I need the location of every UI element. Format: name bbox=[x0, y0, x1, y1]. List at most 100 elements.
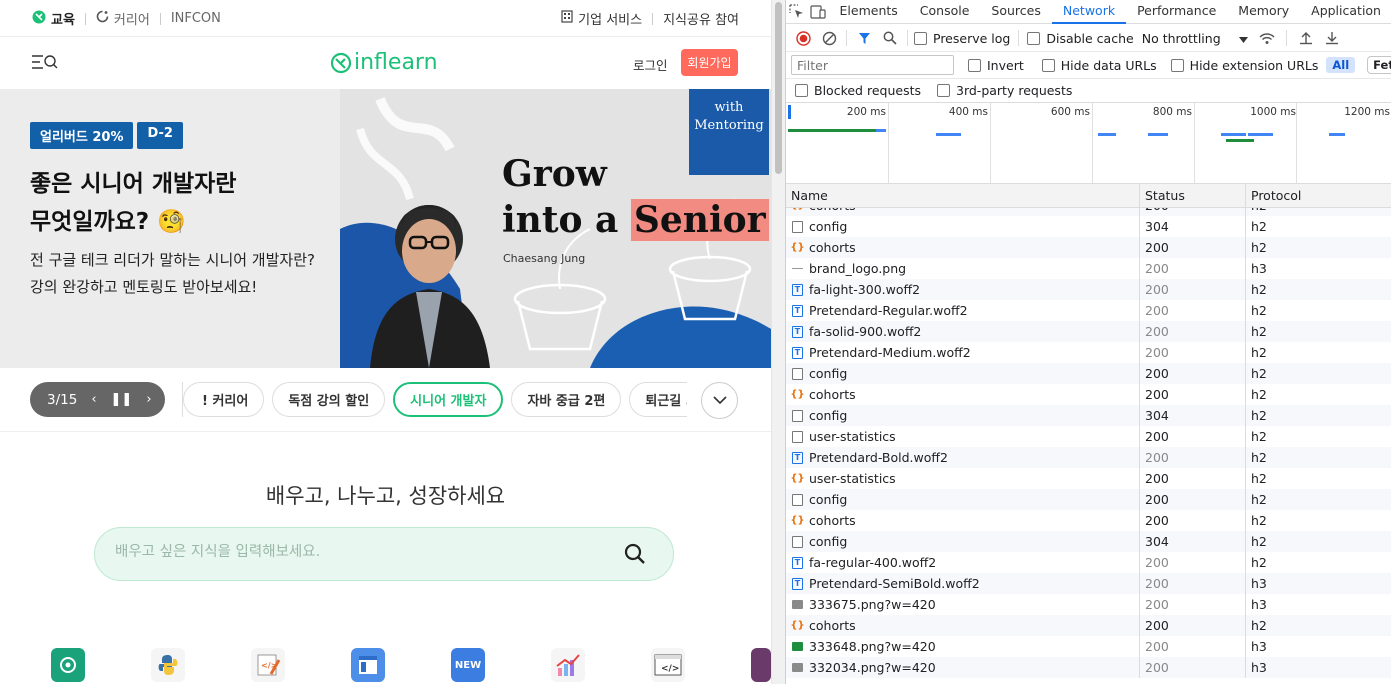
chevron-left-icon[interactable]: ‹ bbox=[91, 392, 96, 407]
tab-performance[interactable]: Performance bbox=[1126, 0, 1227, 24]
filter-icon[interactable] bbox=[851, 26, 877, 50]
hero-banner[interactable]: 얼리버드 20% D-2 좋은 시니어 개발자란 무엇일까요? 🧐 전 구글 테… bbox=[0, 89, 771, 368]
chip-career[interactable]: ! 커리어 bbox=[183, 382, 265, 417]
table-row[interactable]: 332034.png?w=420 200 h3 bbox=[786, 657, 1391, 678]
chatgpt-icon[interactable] bbox=[51, 648, 85, 682]
business-service-link[interactable]: 기업 서비스 bbox=[561, 9, 642, 28]
clear-icon[interactable] bbox=[816, 26, 842, 50]
table-row[interactable]: 333675.png?w=420 200 h3 bbox=[786, 594, 1391, 615]
ribbon-with: with bbox=[714, 100, 744, 115]
table-row[interactable]: T Pretendard-Bold.woff2 200 h2 bbox=[786, 447, 1391, 468]
search-input[interactable] bbox=[115, 544, 595, 560]
chevron-right-icon[interactable]: › bbox=[146, 392, 151, 407]
tab-sources[interactable]: Sources bbox=[980, 0, 1051, 24]
table-row[interactable]: Tfa-regular-400.woff2 200 h2 bbox=[786, 552, 1391, 573]
page-scrollbar[interactable] bbox=[771, 0, 785, 684]
dropdown-arrow-icon bbox=[1238, 31, 1248, 46]
table-row[interactable]: 333648.png?w=420 200 h3 bbox=[786, 636, 1391, 657]
table-row[interactable]: T Pretendard-Regular.woff2 200 h2 bbox=[786, 300, 1391, 321]
table-row[interactable]: Tfa-light-300.woff2 200 h2 bbox=[786, 279, 1391, 300]
table-row[interactable]: config 304 h2 bbox=[786, 405, 1391, 426]
search-icon[interactable] bbox=[877, 26, 903, 50]
table-row[interactable]: user-statistics 200 h2 bbox=[786, 426, 1391, 447]
checkbox-box[interactable] bbox=[1170, 58, 1184, 72]
signup-button[interactable]: 회원가입 bbox=[681, 49, 738, 76]
checkbox-box[interactable] bbox=[937, 84, 950, 97]
tab-career[interactable]: 커리어 bbox=[96, 9, 150, 28]
d-day-badge: D-2 bbox=[137, 122, 183, 149]
table-row[interactable]: {}cohorts200h2 bbox=[786, 510, 1391, 531]
chip-exclusive-discount[interactable]: 독점 강의 할인 bbox=[272, 382, 386, 417]
tab-network[interactable]: Network bbox=[1051, 0, 1127, 24]
table-row[interactable]: {}cohorts200h2 bbox=[786, 615, 1391, 636]
table-row[interactable]: {} user-statistics 200 h2 bbox=[786, 468, 1391, 489]
search-icon[interactable] bbox=[623, 542, 647, 570]
table-row[interactable]: config 304 h2 bbox=[786, 531, 1391, 552]
tab-console[interactable]: Console bbox=[909, 0, 981, 24]
menu-search-icon[interactable] bbox=[31, 54, 59, 74]
inflearn-logo[interactable]: inflearn bbox=[330, 50, 438, 75]
table-row[interactable]: T Pretendard-SemiBold.woff2 200 h3 bbox=[786, 573, 1391, 594]
request-name-cell: config bbox=[786, 489, 1140, 510]
invert-checkbox[interactable]: Invert bbox=[968, 58, 1024, 73]
chip-java-intermediate[interactable]: 자바 중급 2편 bbox=[511, 382, 622, 417]
table-row[interactable]: {}cohorts200h2 bbox=[786, 208, 1391, 216]
tab-elements[interactable]: Elements bbox=[829, 0, 909, 24]
checkbox-box[interactable] bbox=[795, 84, 808, 97]
blocked-requests-checkbox[interactable]: Blocked requests bbox=[795, 83, 921, 98]
table-row[interactable]: T Pretendard-Medium.woff2 200 h2 bbox=[786, 342, 1391, 363]
tab-education[interactable]: 교육 bbox=[32, 9, 75, 28]
request-name-cell: 333648.png?w=420 bbox=[786, 636, 1140, 657]
hide-data-urls-checkbox[interactable]: Hide data URLs bbox=[1041, 58, 1157, 73]
table-row[interactable]: {}cohorts200h2 bbox=[786, 237, 1391, 258]
chart-icon[interactable] bbox=[551, 648, 585, 682]
network-conditions-icon[interactable] bbox=[1254, 26, 1280, 50]
web-dev-icon[interactable]: </> bbox=[251, 648, 285, 682]
inspect-element-icon[interactable] bbox=[786, 0, 807, 24]
scrollbar-thumb[interactable] bbox=[775, 2, 782, 174]
login-link[interactable]: 로그인 bbox=[633, 55, 668, 74]
code-window-icon[interactable]: </> bbox=[651, 648, 685, 682]
table-row[interactable]: Tfa-solid-900.woff2 200 h2 bbox=[786, 321, 1391, 342]
third-party-checkbox[interactable]: 3rd-party requests bbox=[937, 83, 1072, 98]
checkbox-box[interactable] bbox=[914, 31, 927, 45]
preserve-log-checkbox[interactable]: Preserve log bbox=[914, 31, 1010, 46]
tab-application[interactable]: Application bbox=[1300, 0, 1391, 24]
hide-extension-urls-checkbox[interactable]: Hide extension URLs bbox=[1170, 58, 1318, 73]
chip-commute[interactable]: 퇴근길 5 bbox=[629, 382, 687, 417]
column-name[interactable]: Name bbox=[786, 184, 1140, 207]
throttling-select[interactable]: No throttling bbox=[1142, 31, 1248, 46]
knowledge-share-link[interactable]: 지식공유 참여 bbox=[663, 9, 739, 28]
filter-input[interactable] bbox=[791, 55, 954, 75]
device-toolbar-icon[interactable] bbox=[807, 0, 828, 24]
table-row[interactable]: brand_logo.png 200 h3 bbox=[786, 258, 1391, 279]
new-icon[interactable]: NEW bbox=[451, 648, 485, 682]
table-row[interactable]: config 200 h2 bbox=[786, 489, 1391, 510]
filter-fetch-xhr-button[interactable]: Fetch/XH bbox=[1367, 56, 1391, 74]
column-protocol[interactable]: Protocol bbox=[1246, 184, 1391, 207]
import-har-icon[interactable] bbox=[1293, 26, 1319, 50]
banner-chips: ! 커리어 독점 강의 할인 시니어 개발자 자바 중급 2편 퇴근길 5 bbox=[182, 382, 687, 417]
pause-icon[interactable]: ❚❚ bbox=[111, 392, 133, 407]
tab-memory[interactable]: Memory bbox=[1227, 0, 1300, 24]
python-icon[interactable] bbox=[151, 648, 185, 682]
table-row[interactable]: config 200 h2 bbox=[786, 363, 1391, 384]
disable-cache-checkbox[interactable]: Disable cache bbox=[1027, 31, 1134, 46]
checkbox-box[interactable] bbox=[1041, 58, 1055, 72]
chevron-down-icon[interactable] bbox=[701, 382, 738, 419]
column-status[interactable]: Status bbox=[1140, 184, 1246, 207]
tab-infcon[interactable]: INFCON bbox=[171, 11, 221, 26]
checkbox-box[interactable] bbox=[1027, 31, 1041, 45]
chip-senior-developer[interactable]: 시니어 개발자 bbox=[393, 382, 504, 417]
game-icon[interactable] bbox=[751, 648, 771, 682]
filter-all-button[interactable]: All bbox=[1326, 57, 1356, 73]
checkbox-box[interactable] bbox=[968, 58, 981, 72]
layout-icon[interactable] bbox=[351, 648, 385, 682]
network-overview-timeline[interactable]: 200 ms 400 ms 600 ms 800 ms 1000 ms 1200… bbox=[786, 103, 1391, 184]
export-har-icon[interactable] bbox=[1319, 26, 1345, 50]
record-icon[interactable] bbox=[790, 26, 816, 50]
request-protocol: h2 bbox=[1251, 408, 1267, 423]
table-row[interactable]: config 304 h2 bbox=[786, 216, 1391, 237]
tab-education-label: 교육 bbox=[51, 13, 75, 28]
table-row[interactable]: {}cohorts200h2 bbox=[786, 384, 1391, 405]
